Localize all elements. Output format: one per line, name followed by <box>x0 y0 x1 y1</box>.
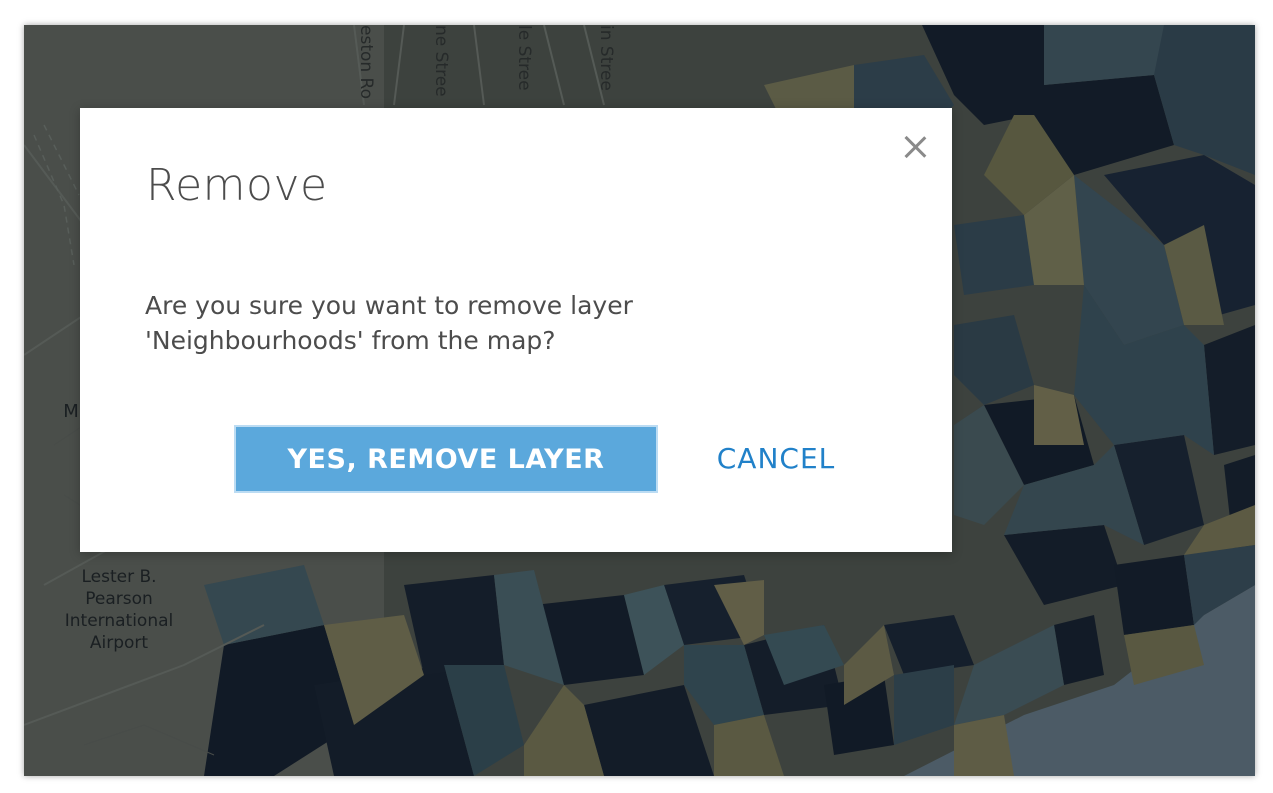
screenshot-frame: Lester B. Pearson International Airport … <box>0 0 1273 793</box>
airport-label: Lester B. Pearson International Airport <box>64 567 174 653</box>
street-label: le Stree <box>514 25 534 91</box>
confirm-remove-button[interactable]: YES, REMOVE LAYER <box>234 425 658 493</box>
dialog-message: Are you sure you want to remove layer 'N… <box>145 291 633 355</box>
dialog-title: Remove <box>146 160 328 211</box>
remove-layer-dialog: Remove Are you sure you want to remove l… <box>80 108 952 552</box>
close-icon[interactable] <box>900 132 930 162</box>
street-label: ne Stree <box>431 25 451 97</box>
cancel-button[interactable]: CANCEL <box>696 425 856 491</box>
partial-map-label: M <box>63 401 79 422</box>
street-label: eston Ro <box>356 25 376 100</box>
street-label: in Stree <box>596 25 616 91</box>
